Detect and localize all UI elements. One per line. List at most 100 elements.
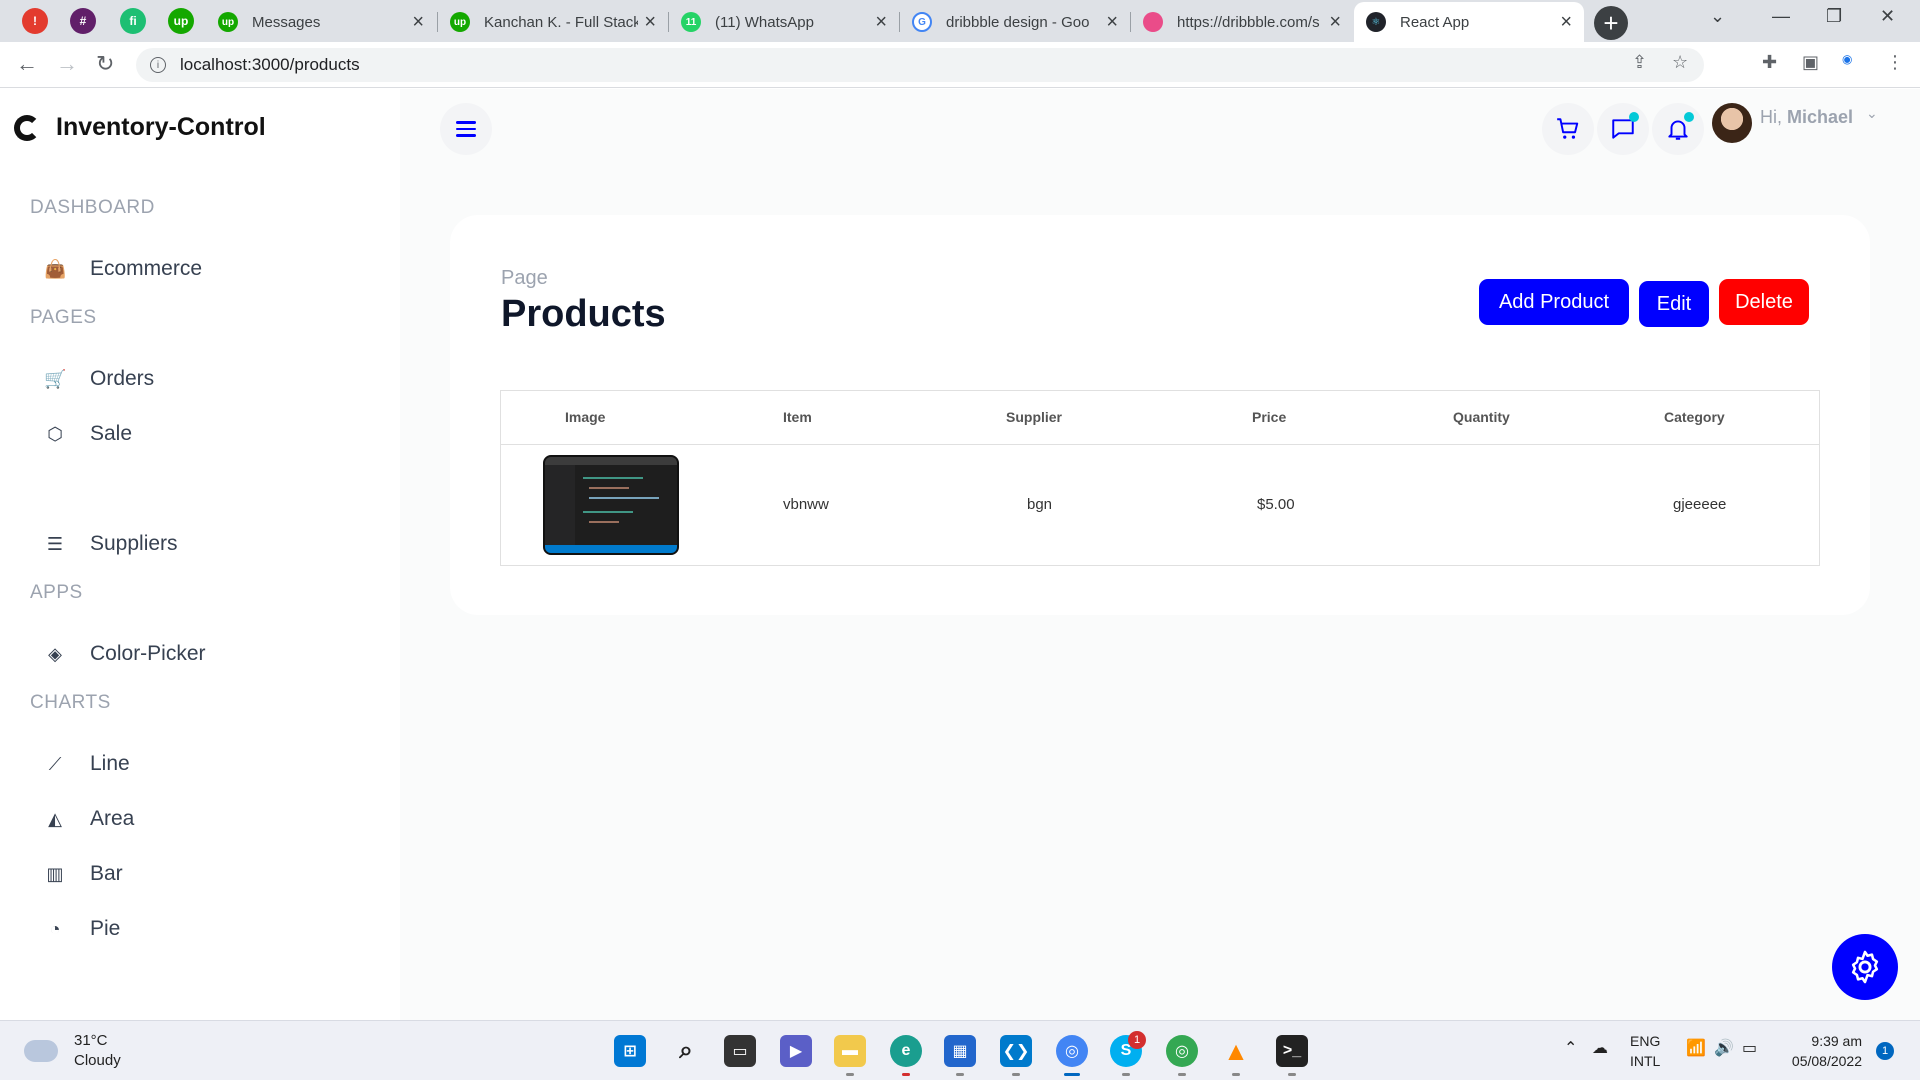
column-header-category[interactable]: Category [1664, 409, 1725, 425]
chat-button[interactable] [1597, 103, 1649, 155]
column-header-item[interactable]: Item [783, 409, 812, 425]
language-indicator[interactable]: ENG INTL [1630, 1031, 1660, 1071]
close-icon[interactable]: × [1560, 11, 1572, 34]
terminal-icon[interactable]: >_ [1276, 1035, 1308, 1067]
chevron-down-icon[interactable]: ⌄ [1866, 105, 1878, 122]
sidebar-item-bar[interactable]: ▥ Bar [44, 862, 122, 886]
brand-name: Inventory-Control [56, 113, 266, 141]
app-indicator [902, 1073, 910, 1076]
edit-button[interactable]: Edit [1639, 281, 1709, 327]
menu-icon[interactable]: ⋮ [1886, 52, 1904, 73]
slack-icon[interactable]: # [70, 8, 96, 34]
close-icon[interactable]: × [644, 11, 656, 34]
reload-icon[interactable]: ↻ [96, 51, 114, 77]
minimize-icon[interactable]: — [1772, 6, 1790, 27]
address-bar[interactable]: i localhost:3000/products [136, 48, 1704, 82]
chevron-up-icon[interactable]: ⌃ [1564, 1039, 1577, 1059]
column-header-quantity[interactable]: Quantity [1453, 409, 1510, 425]
close-icon[interactable]: × [875, 11, 887, 34]
wifi-icon[interactable]: 📶 [1686, 1039, 1706, 1059]
column-header-image[interactable]: Image [565, 409, 605, 425]
user-greeting[interactable]: Hi, Michael [1760, 107, 1853, 128]
file-explorer-icon[interactable]: ▬ [834, 1035, 866, 1067]
sidebar-item-area[interactable]: ◭ Area [44, 807, 134, 831]
vlc-icon[interactable]: ▲ [1220, 1035, 1252, 1067]
area-chart-icon: ◭ [48, 808, 62, 829]
sidebar-item-pie[interactable]: ◔ Pie [44, 917, 121, 941]
start-icon[interactable]: ⊞ [614, 1035, 646, 1067]
profile-icon[interactable]: ◉ [1842, 52, 1852, 66]
tab-search-icon[interactable]: ⌄ [1710, 6, 1725, 27]
sidebar-item-suppliers[interactable]: ☰ Suppliers [44, 532, 178, 556]
brand[interactable]: Inventory-Control [14, 113, 266, 142]
sidebar-item-line[interactable]: ⟋ Line [44, 752, 130, 776]
side-panel-icon[interactable]: ▣ [1802, 52, 1819, 73]
sidebar-item-ecommerce[interactable]: 👜 Ecommerce [44, 257, 202, 281]
battery-icon[interactable]: ▭ [1742, 1039, 1757, 1059]
line-chart-icon: ⟋ [48, 753, 62, 774]
info-icon[interactable]: i [150, 57, 166, 73]
notification-center-badge[interactable]: 1 [1876, 1042, 1894, 1060]
tab-dribbble[interactable]: https://dribbble.com/s × [1131, 2, 1353, 42]
chrome-icon[interactable]: ◎ [1056, 1035, 1088, 1067]
chrome-profile-icon[interactable]: ◎ [1166, 1035, 1198, 1067]
menu-toggle-button[interactable] [440, 103, 492, 155]
forward-icon[interactable]: → [56, 51, 78, 77]
bar-chart-icon: ▥ [46, 863, 64, 884]
sidebar-item-label: Suppliers [90, 532, 178, 555]
onedrive-icon[interactable]: ☁ [1592, 1039, 1608, 1059]
back-icon[interactable]: ← [16, 51, 38, 77]
close-icon[interactable]: × [1106, 11, 1118, 34]
volume-icon[interactable]: 🔊 [1714, 1039, 1734, 1059]
tab-react-app[interactable]: ⚛ React App × [1354, 2, 1584, 42]
extensions-icon[interactable]: ✚ [1762, 52, 1777, 73]
editor-titlebar [545, 457, 677, 465]
column-header-supplier[interactable]: Supplier [1006, 409, 1062, 425]
main-content: Hi, Michael ⌄ Page Products Add Product … [400, 89, 1920, 1020]
settings-button[interactable] [1832, 934, 1898, 1000]
table-header: Image Item Supplier Price Quantity Categ… [501, 391, 1819, 445]
cart-button[interactable] [1542, 103, 1594, 155]
weather-widget[interactable]: 31°C Cloudy [24, 1031, 121, 1071]
clock[interactable]: 9:39 am 05/08/2022 [1782, 1031, 1862, 1071]
star-icon[interactable]: ☆ [1672, 52, 1688, 73]
hamburger-line [456, 127, 476, 131]
sidebar-item-color-picker[interactable]: ◈ Color-Picker [44, 642, 205, 666]
tab-whatsapp[interactable]: 11 (11) WhatsApp × [669, 2, 899, 42]
task-view-icon[interactable]: ▭ [724, 1035, 756, 1067]
tab-upwork-profile[interactable]: up Kanchan K. - Full Stack × [438, 2, 668, 42]
fiverr-icon[interactable]: fi [120, 8, 146, 34]
tab-label: https://dribbble.com/s [1177, 13, 1320, 31]
app-indicator [1122, 1073, 1130, 1076]
share-icon[interactable]: ⇪ [1632, 52, 1647, 73]
notification-button[interactable] [1652, 103, 1704, 155]
sidebar-item-label: Line [90, 752, 130, 775]
search-icon[interactable]: ⌕ [670, 1035, 702, 1067]
store-icon[interactable]: ▦ [944, 1035, 976, 1067]
chat-app-icon[interactable]: ▶ [780, 1035, 812, 1067]
section-pages: PAGES [30, 307, 97, 328]
sidebar-item-label: Sale [90, 422, 133, 445]
delete-button[interactable]: Delete [1719, 279, 1809, 325]
column-header-price[interactable]: Price [1252, 409, 1286, 425]
avatar[interactable] [1712, 103, 1752, 143]
sidebar-item-orders[interactable]: 🛒 Orders [44, 367, 154, 391]
upwork-icon[interactable]: up [168, 8, 194, 34]
chat-notification-dot [1629, 112, 1639, 122]
close-icon[interactable]: × [412, 11, 424, 34]
close-window-icon[interactable]: ✕ [1880, 6, 1895, 27]
vscode-icon[interactable]: ❮❯ [1000, 1035, 1032, 1067]
restore-icon[interactable]: ❐ [1826, 6, 1842, 27]
tab-google-search[interactable]: G dribbble design - Goo × [900, 2, 1130, 42]
new-tab-button[interactable]: + [1594, 6, 1628, 40]
sidebar-item-sale[interactable]: ⬡ Sale [44, 422, 132, 446]
tab-messages[interactable]: up Messages × [206, 2, 436, 42]
upwork-icon: up [218, 12, 238, 32]
box-icon: ⬡ [47, 423, 63, 444]
alert-icon[interactable]: ! [22, 8, 48, 34]
cell-price: $5.00 [1257, 496, 1295, 513]
close-icon[interactable]: × [1329, 11, 1341, 34]
add-product-button[interactable]: Add Product [1479, 279, 1629, 325]
edge-icon[interactable]: e [890, 1035, 922, 1067]
code-line [589, 487, 629, 489]
